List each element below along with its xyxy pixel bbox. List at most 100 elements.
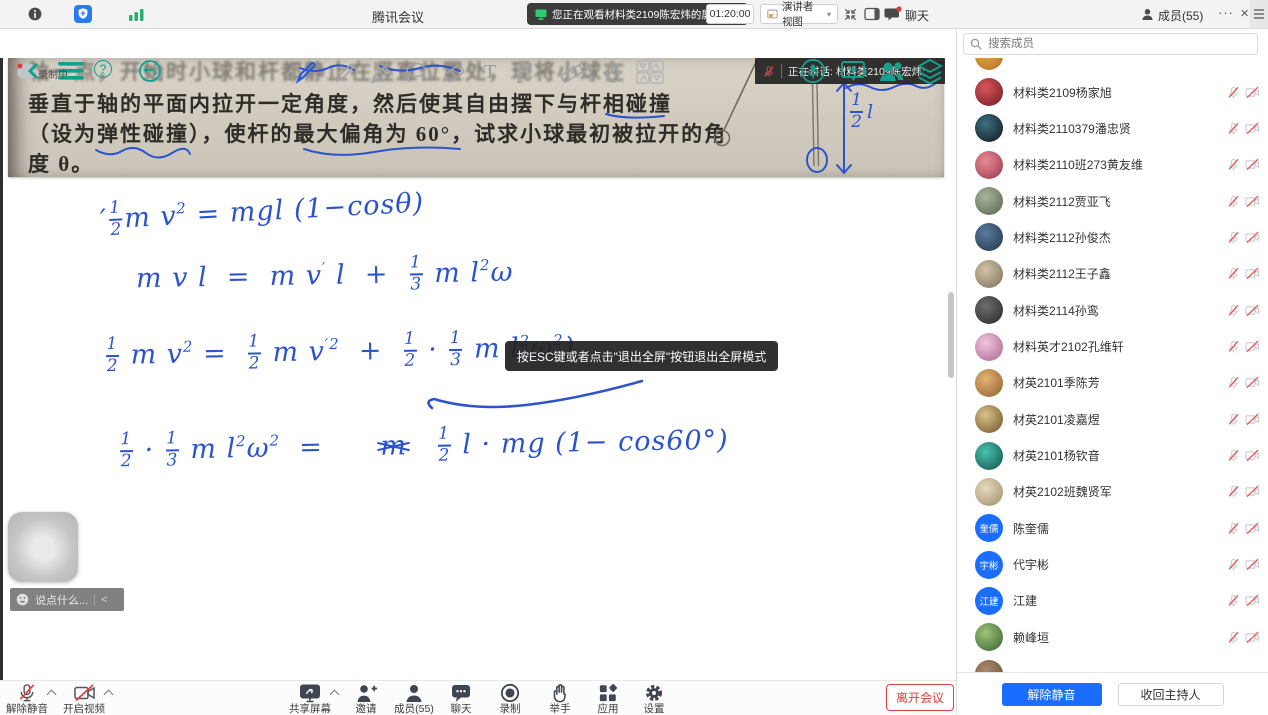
member-mic-muted-icon[interactable] (1227, 267, 1240, 280)
pointer-flag-tool[interactable] (510, 59, 536, 85)
member-mic-muted-icon[interactable] (1227, 594, 1240, 607)
more-options-icon[interactable]: ··· (1218, 5, 1234, 20)
panel-menu-icon[interactable] (1250, 0, 1268, 28)
emoji-icon[interactable] (16, 593, 29, 606)
member-mic-muted-icon[interactable] (1227, 376, 1240, 389)
member-camera-muted-icon[interactable] (1245, 304, 1260, 317)
mic-control-icon[interactable] (800, 58, 826, 84)
chat-button[interactable]: 聊天 (433, 683, 489, 714)
annotation-add-icon[interactable] (840, 59, 866, 84)
meeting-timer: 01:20:00 (706, 4, 754, 24)
text-tool[interactable]: T (477, 59, 503, 85)
layers-icon[interactable] (916, 58, 944, 85)
member-mic-muted-icon[interactable] (1227, 340, 1240, 353)
view-mode-caret-icon: ▾ (827, 10, 831, 19)
member-row[interactable]: 宇彬代宇彬 (957, 547, 1268, 583)
members-panel-icon[interactable] (1140, 7, 1155, 22)
eraser-tool[interactable] (441, 59, 467, 85)
unmute-all-button[interactable]: 解除静音 (1002, 683, 1102, 706)
member-camera-muted-icon[interactable] (1245, 195, 1260, 208)
member-row[interactable]: 材料类2109杨家旭 (957, 74, 1268, 110)
member-mic-muted-icon[interactable] (1227, 195, 1240, 208)
member-row[interactable]: 材料类2112孙俊杰 (957, 219, 1268, 255)
share-screen-button[interactable]: 共享屏幕 (282, 683, 338, 714)
member-mic-muted-icon[interactable] (1227, 558, 1240, 571)
member-camera-muted-icon[interactable] (1245, 558, 1260, 571)
highlighter-tool[interactable] (367, 59, 393, 85)
member-row[interactable]: 材料类2112贾亚飞 (957, 183, 1268, 219)
member-row[interactable]: 材料类2110379潘忠贤 (957, 110, 1268, 146)
pencil-tool[interactable] (331, 59, 357, 85)
member-camera-muted-icon[interactable] (1245, 485, 1260, 498)
member-camera-muted-icon[interactable] (1245, 231, 1260, 244)
ruler-tool[interactable] (558, 59, 592, 85)
member-mic-muted-icon[interactable] (1227, 122, 1240, 135)
settings-button[interactable]: 设置 (626, 683, 682, 714)
participants-icon[interactable] (878, 59, 906, 83)
member-camera-muted-icon[interactable] (1245, 449, 1260, 462)
pen-tool[interactable] (293, 59, 319, 85)
member-row[interactable]: 赖峰垣 (957, 619, 1268, 655)
member-row[interactable]: 材料英才2102孔维轩 (957, 329, 1268, 365)
member-search-input[interactable] (963, 33, 1258, 55)
info-icon[interactable] (28, 7, 42, 21)
quick-chat-placeholder[interactable]: 说点什么... (35, 592, 88, 608)
shield-icon[interactable] (74, 5, 92, 23)
self-video-thumbnail[interactable] (8, 512, 78, 582)
member-mic-muted-icon[interactable] (1227, 413, 1240, 426)
member-camera-muted-icon[interactable] (1245, 413, 1260, 426)
member-row-partial[interactable] (957, 656, 1268, 672)
fullscreen-toggle-icon[interactable] (843, 7, 858, 22)
member-row[interactable]: 材英2101季陈芳 (957, 365, 1268, 401)
leave-meeting-button[interactable]: 离开会议 (886, 684, 954, 711)
member-camera-muted-icon[interactable] (1245, 158, 1260, 171)
view-mode-button[interactable]: 演讲者视图 ▾ (760, 4, 838, 24)
undo-icon[interactable] (138, 59, 162, 83)
start-video-button[interactable]: 开启视频 (56, 683, 112, 714)
tool-options-dot-icon[interactable]: · (546, 68, 549, 79)
unmute-button[interactable]: 解除静音 (0, 683, 55, 714)
whiteboard-scrollbar[interactable] (948, 292, 954, 378)
member-mic-muted-icon[interactable] (1227, 86, 1240, 99)
member-row[interactable]: 材料类2110班273黄友维 (957, 147, 1268, 183)
members-panel-label[interactable]: 成员(55) (1158, 7, 1203, 24)
help-icon[interactable]: ? (94, 60, 112, 78)
member-row[interactable]: 材英2101杨钦音 (957, 438, 1268, 474)
member-mic-muted-icon[interactable] (1227, 449, 1240, 462)
member-camera-muted-icon[interactable] (1245, 122, 1260, 135)
member-camera-muted-icon[interactable] (1245, 86, 1260, 99)
chat-panel-label[interactable]: 聊天 (905, 7, 929, 24)
member-mic-muted-icon[interactable] (1227, 522, 1240, 535)
network-signal-icon[interactable] (128, 7, 146, 21)
member-camera-muted-icon[interactable] (1245, 594, 1260, 607)
member-avatar (975, 223, 1003, 251)
hand-select-tool[interactable] (600, 59, 626, 85)
close-panel-icon[interactable]: ✕ (1240, 7, 1249, 20)
member-row[interactable]: 江建江建 (957, 583, 1268, 619)
member-camera-muted-icon[interactable] (1245, 631, 1260, 644)
gallery-tool[interactable] (634, 59, 666, 85)
member-row[interactable]: 材英2101凌嘉煜 (957, 401, 1268, 437)
quick-chat-bar[interactable]: 说点什么... < (10, 588, 124, 611)
member-row[interactable]: 材英2102班魏贤军 (957, 474, 1268, 510)
member-camera-muted-icon[interactable] (1245, 376, 1260, 389)
member-row[interactable]: 奎儒陈奎儒 (957, 510, 1268, 546)
sidebar-toggle-icon[interactable] (864, 7, 880, 21)
member-mic-muted-icon[interactable] (1227, 485, 1240, 498)
lasso-select-tool[interactable] (402, 59, 428, 85)
member-camera-muted-icon[interactable] (1245, 267, 1260, 280)
member-mic-muted-icon[interactable] (1227, 304, 1240, 317)
member-camera-muted-icon[interactable] (1245, 522, 1260, 535)
member-row[interactable]: 材料类2114孙鸾 (957, 292, 1268, 328)
reclaim-host-button[interactable]: 收回主持人 (1118, 683, 1224, 706)
member-mic-muted-icon[interactable] (1227, 158, 1240, 171)
member-camera-muted-icon[interactable] (1245, 340, 1260, 353)
member-mic-muted-icon[interactable] (1227, 631, 1240, 644)
member-row-partial[interactable] (957, 58, 1268, 74)
member-mic-muted-icon[interactable] (1227, 231, 1240, 244)
member-row[interactable]: 材料类2112王子鑫 (957, 256, 1268, 292)
chat-panel-icon[interactable] (884, 6, 902, 23)
record-button[interactable]: 录制 (482, 683, 538, 714)
member-avatar: 奎儒 (975, 514, 1003, 542)
collapse-chat-icon[interactable]: < (101, 594, 107, 606)
